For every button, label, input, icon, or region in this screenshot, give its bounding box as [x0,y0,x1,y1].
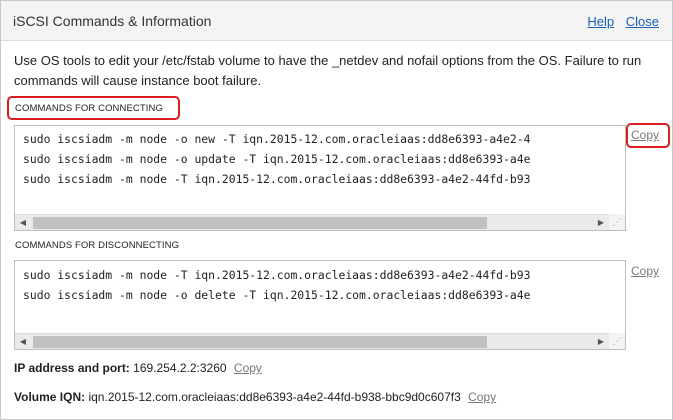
scroll-right-icon[interactable]: ▶ [593,334,609,349]
ip-port-value: 169.254.2.2:3260 [133,361,227,375]
scrollbar-thumb[interactable] [33,217,487,229]
disconnecting-command-line: sudo iscsiadm -m node -o delete -T iqn.2… [23,288,531,302]
connecting-label: COMMANDS FOR CONNECTING [15,103,163,114]
disconnecting-horizontal-scrollbar[interactable]: ◀ ▶ [15,333,609,349]
scroll-left-icon[interactable]: ◀ [15,215,31,230]
connecting-command-line: sudo iscsiadm -m node -T iqn.2015-12.com… [23,172,531,186]
scroll-right-icon[interactable]: ▶ [593,215,609,230]
header-links: Help Close [579,14,659,29]
intro-text: Use OS tools to edit your /etc/fstab vol… [14,53,642,88]
disconnecting-command-line: sudo iscsiadm -m node -T iqn.2015-12.com… [23,268,531,282]
connecting-commands-box[interactable]: sudo iscsiadm -m node -o new -T iqn.2015… [14,125,626,231]
help-link[interactable]: Help [587,14,614,29]
disconnecting-commands-box[interactable]: sudo iscsiadm -m node -T iqn.2015-12.com… [14,260,626,350]
dialog-header: iSCSI Commands & Information Help Close [1,1,672,41]
scroll-left-icon[interactable]: ◀ [15,334,31,349]
dialog-title: iSCSI Commands & Information [13,13,212,29]
volume-iqn-copy-button[interactable]: Copy [468,390,496,404]
volume-iqn-label: Volume IQN: [14,390,86,404]
volume-iqn-value: iqn.2015-12.com.oracleiaas:dd8e6393-a4e2… [88,390,461,404]
close-link[interactable]: Close [626,14,659,29]
connecting-command-line: sudo iscsiadm -m node -o update -T iqn.2… [23,152,531,166]
resize-grip-icon[interactable]: ⋰ [609,214,625,230]
connecting-copy-button[interactable]: Copy [631,128,659,142]
volume-iqn-row: Volume IQN: iqn.2015-12.com.oracleiaas:d… [14,390,496,404]
connecting-command-line: sudo iscsiadm -m node -o new -T iqn.2015… [23,132,531,146]
scrollbar-thumb[interactable] [33,336,487,348]
iscsi-dialog: iSCSI Commands & Information Help Close … [0,0,673,420]
disconnecting-copy-button[interactable]: Copy [631,264,659,278]
connecting-horizontal-scrollbar[interactable]: ◀ ▶ [15,214,609,230]
ip-port-row: IP address and port: 169.254.2.2:3260 Co… [14,361,262,375]
ip-port-copy-button[interactable]: Copy [234,361,262,375]
disconnecting-label: COMMANDS FOR DISCONNECTING [15,240,180,251]
ip-port-label: IP address and port: [14,361,130,375]
resize-grip-icon[interactable]: ⋰ [609,333,625,349]
